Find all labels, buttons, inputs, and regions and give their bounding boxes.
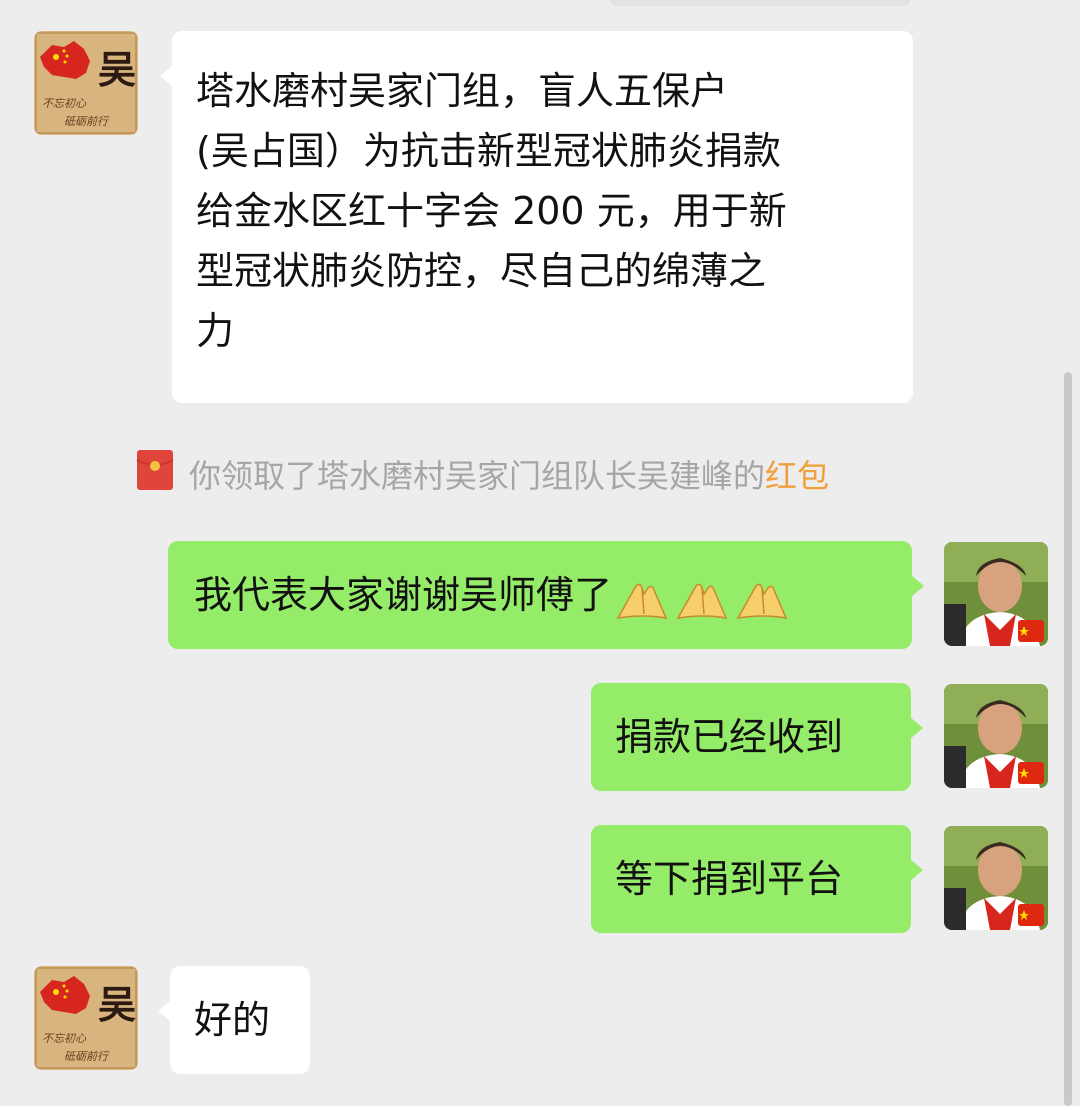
avatar-character: 吴 [98,982,136,1027]
red-packet-icon [135,448,175,500]
system-notice-text: 你领取了塔水磨村吴家门组队长吴建峰的 [189,457,766,495]
avatar-tagline-1: 不忘初心 [42,97,87,110]
my-avatar[interactable] [944,542,1048,646]
outgoing-message-bubble[interactable]: 我代表大家谢谢吴师傅了 [168,541,924,649]
sender-avatar[interactable]: 吴 不忘初心 砥砺前行 [34,966,138,1070]
outgoing-message-bubble[interactable]: 捐款已经收到 [591,683,923,791]
my-avatar[interactable] [944,826,1048,930]
message-line: 给金水区红十字会 200 元，用于新 [196,189,787,233]
folded-hands-emoji-group [614,568,794,628]
scrollbar[interactable] [1064,372,1072,1106]
incoming-message-bubble[interactable]: 塔水磨村吴家门组，盲人五保户 (吴占国）为抗击新型冠状肺炎捐款 给金水区红十字会… [160,31,913,403]
outgoing-message-bubble[interactable]: 等下捐到平台 [591,825,923,933]
avatar-tagline-2: 砥砺前行 [64,1050,110,1063]
message-line: 型冠状肺炎防控，尽自己的绵薄之 [196,249,767,293]
incoming-message-bubble[interactable]: 好的 [158,966,310,1074]
message-text: 等下捐到平台 [615,857,844,901]
system-notice: 你领取了塔水磨村吴家门组队长吴建峰的 红包 [135,450,829,498]
folded-hands-icon [676,583,728,619]
avatar-tagline-1: 不忘初心 [42,1032,87,1045]
message-line: 力 [196,309,235,353]
message-text: 捐款已经收到 [615,715,844,759]
message-line: 塔水磨村吴家门组，盲人五保户 [196,69,729,113]
red-packet-link[interactable]: 红包 [765,451,829,497]
my-avatar[interactable] [944,684,1048,788]
chat-view: 吴 不忘初心 砥砺前行 塔水磨村吴家门组，盲人五保户 (吴占国）为抗击新型冠状肺… [0,0,1080,1106]
sender-avatar[interactable]: 吴 不忘初心 砥砺前行 [34,31,138,135]
avatar-tagline-2: 砥砺前行 [64,115,110,128]
folded-hands-icon [736,583,788,619]
previous-message-edge [610,0,910,6]
folded-hands-icon [616,583,668,619]
message-text: 我代表大家谢谢吴师傅了 [194,573,613,617]
avatar-character: 吴 [98,47,136,92]
message-text: 好的 [194,998,271,1042]
message-line: (吴占国）为抗击新型冠状肺炎捐款 [196,129,781,173]
